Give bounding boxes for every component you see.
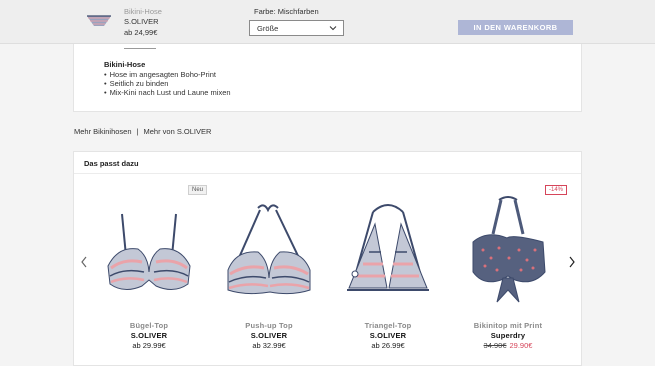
size-select[interactable]: Größe	[249, 20, 344, 36]
sticky-product-brand: S.OLIVER	[124, 17, 159, 26]
tab-indicator	[124, 48, 156, 49]
old-price: 34.90€	[483, 341, 507, 350]
description-bullet: Seitlich zu binden	[104, 79, 231, 88]
description-bullet: Hose im angesagten Boho-Print	[104, 70, 231, 79]
product-brand: S.OLIVER	[369, 331, 407, 340]
sticky-product-type: Bikini-Hose	[124, 7, 162, 16]
product-brand: S.OLIVER	[250, 331, 288, 340]
chevron-right-icon[interactable]	[567, 255, 577, 269]
product-image[interactable]	[104, 194, 194, 309]
product-price: ab 29.99€	[132, 341, 166, 350]
product-card[interactable]: -14% Bikinitop mit Print Superdry 34.90€…	[449, 184, 568, 354]
product-type: Triangel-Top	[364, 321, 412, 330]
add-to-cart-button[interactable]: IN DEN WARENKORB	[458, 20, 573, 35]
more-category-link[interactable]: Mehr Bikinihosen	[74, 127, 132, 136]
more-links: Mehr Bikinihosen | Mehr von S.OLIVER	[74, 127, 211, 136]
product-brand: S.OLIVER	[130, 331, 168, 340]
link-separator: |	[136, 127, 139, 136]
product-price: ab 26.99€	[371, 341, 405, 350]
product-card[interactable]: Triangel-Top S.OLIVER ab 26.99€	[329, 184, 447, 354]
product-thumbnail[interactable]	[86, 13, 112, 29]
product-type: Bügel-Top	[129, 321, 169, 330]
sticky-product-bar: Bikini-Hose S.OLIVER ab 24,99€ Farbe: Mi…	[0, 0, 655, 44]
product-price: 34.90€ 29.90€	[449, 341, 567, 350]
color-label: Farbe: Mischfarben	[254, 7, 319, 16]
size-select-value: Größe	[257, 24, 279, 33]
more-brand-link[interactable]: Mehr von S.OLIVER	[143, 127, 211, 136]
description-list: Hose im angesagten Boho-Print Seitlich z…	[104, 70, 231, 97]
description-title: Bikini-Hose	[104, 60, 146, 69]
product-card[interactable]: Neu Bügel-Top S.OLIVER ab 29.99€	[90, 184, 208, 354]
recommendations-card: Das passt dazu Neu Bügel-Top S.OLIVER ab…	[73, 151, 582, 366]
chevron-down-icon	[329, 26, 337, 31]
sticky-product-price: ab 24,99€	[124, 28, 158, 37]
product-image[interactable]	[343, 194, 433, 309]
product-image[interactable]	[224, 194, 314, 309]
sale-price: 29.90€	[509, 341, 533, 350]
product-image[interactable]	[463, 194, 553, 309]
description-card: Bikini-Hose Hose im angesagten Boho-Prin…	[73, 44, 582, 112]
product-type: Push-up Top	[245, 321, 293, 330]
product-type: Bikinitop mit Print	[473, 321, 543, 330]
recommendations-title: Das passt dazu	[84, 159, 139, 168]
description-bullet: Mix-Kini nach Lust und Laune mixen	[104, 88, 231, 97]
chevron-left-icon[interactable]	[79, 255, 89, 269]
product-price: ab 32.99€	[252, 341, 286, 350]
product-brand: Superdry	[490, 331, 526, 340]
divider	[74, 173, 581, 174]
product-card[interactable]: Push-up Top S.OLIVER ab 32.99€	[210, 184, 328, 354]
